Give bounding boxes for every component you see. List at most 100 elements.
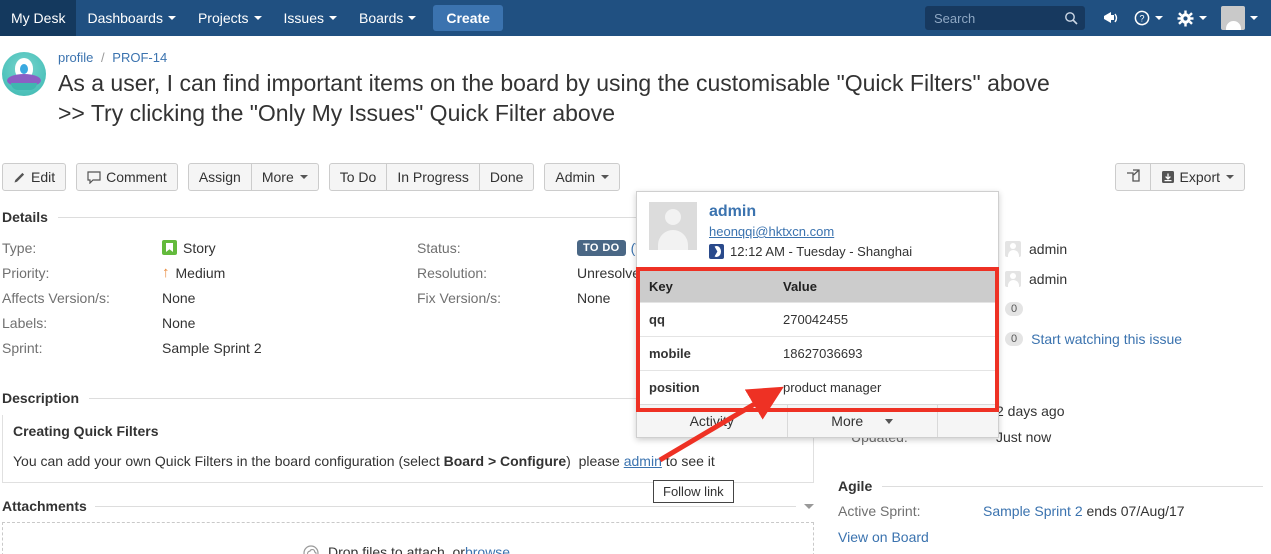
todo-transition-button[interactable]: To Do: [328, 163, 388, 191]
attachment-dropzone[interactable]: Drop files to attach, or browse.: [2, 522, 814, 554]
nav-item-dashboards[interactable]: Dashboards: [76, 0, 187, 36]
user-avatar: [649, 202, 697, 250]
user-popup-email[interactable]: heonqqi@hktxcn.com: [709, 222, 912, 239]
votes-count-badge: 0: [1005, 302, 1024, 316]
admin-dropdown-button[interactable]: Admin: [544, 163, 621, 191]
help-icon[interactable]: ?: [1127, 0, 1170, 36]
browse-link[interactable]: browse: [465, 544, 510, 554]
upload-cloud-icon: [302, 544, 320, 554]
svg-text:?: ?: [1139, 14, 1144, 24]
nav-item-label: Issues: [283, 10, 324, 26]
more-dropdown-button[interactable]: More: [251, 163, 319, 191]
tab-activity[interactable]: Activity: [637, 405, 788, 437]
breadcrumb-separator: /: [101, 50, 105, 65]
chevron-down-icon: [253, 16, 262, 20]
nav-item-my-desk[interactable]: My Desk: [0, 0, 77, 36]
watchers-count-badge: 0: [1005, 332, 1024, 346]
detail-label: Resolution:: [417, 264, 488, 281]
nav-item-boards[interactable]: Boards: [348, 0, 427, 36]
sprint-link[interactable]: Sample Sprint 2: [983, 503, 1083, 519]
edit-button[interactable]: Edit: [2, 163, 67, 191]
agile-section: Agile Active Sprint: Sample Sprint 2 end…: [838, 478, 1263, 546]
description-text-bold: Board > Configure: [443, 453, 567, 469]
tab-extra[interactable]: [938, 405, 998, 437]
view-on-board-row: View on Board: [838, 520, 1263, 546]
view-on-board-link[interactable]: View on Board: [838, 529, 929, 545]
chevron-down-icon: [885, 418, 894, 424]
share-button[interactable]: [1114, 163, 1151, 191]
edit-button-label: Edit: [31, 169, 56, 185]
table-cell-value: product manager: [771, 370, 998, 404]
download-icon: [1161, 170, 1175, 184]
description-text: You can add your own Quick Filters in th…: [13, 451, 803, 471]
megaphone-icon[interactable]: [1095, 0, 1127, 36]
detail-row-type: Type: Story: [2, 235, 417, 260]
issue-header: profile / PROF-14 As a user, I can find …: [0, 36, 1271, 128]
table-cell-value: 18627036693: [771, 336, 998, 371]
user-popup-name[interactable]: admin: [709, 202, 912, 222]
table-cell-value: 270042455: [771, 302, 998, 337]
detail-row-priority: Priority: ↑ Medium: [2, 260, 417, 285]
assignee-name: admin: [1029, 241, 1068, 257]
chevron-down-icon[interactable]: [804, 503, 814, 509]
detail-value-text: None: [162, 314, 196, 331]
table-header-row: Key Value: [637, 271, 998, 303]
breadcrumb-issue-link[interactable]: PROF-14: [112, 50, 167, 65]
table-header-value: Value: [771, 271, 998, 303]
chevron-down-icon: [1226, 175, 1234, 179]
user-popup-header: admin heonqqi@hktxcn.com 12:12 AM - Tues…: [637, 192, 998, 271]
detail-label: Status:: [417, 239, 461, 256]
table-cell-key: mobile: [637, 336, 771, 371]
nav-item-issues[interactable]: Issues: [273, 0, 348, 36]
follow-link-button[interactable]: Follow link: [653, 480, 734, 503]
attachments-section: Attachments Drop files to attach, or bro…: [2, 498, 814, 554]
profile-menu[interactable]: [1214, 0, 1265, 36]
table-row: mobile 18627036693: [637, 336, 998, 371]
watchers-row: 0 Start watching this issue: [1005, 324, 1271, 354]
edit-button-group: Edit: [2, 163, 67, 191]
status-badge[interactable]: TO DO: [577, 239, 626, 256]
description-admin-link[interactable]: admin: [624, 453, 662, 469]
dropzone-text-end: .: [510, 544, 514, 554]
assign-button[interactable]: Assign: [187, 163, 252, 191]
assignee-row: admin: [1005, 234, 1271, 264]
export-button-label: Export: [1179, 169, 1220, 185]
created-value: 2 days ago: [996, 403, 1065, 419]
done-transition-button[interactable]: Done: [479, 163, 535, 191]
export-dropdown-button[interactable]: Export: [1150, 163, 1245, 191]
start-watching-link[interactable]: Start watching this issue: [1031, 331, 1182, 347]
search-box[interactable]: [925, 6, 1085, 30]
assign-button-label: Assign: [198, 169, 241, 185]
user-avatar-icon: [1221, 6, 1245, 30]
description-text-part2: ): [566, 453, 571, 469]
search-input[interactable]: [926, 7, 1084, 29]
chevron-down-icon: [299, 175, 308, 179]
detail-value-text: Sample Sprint 2: [162, 339, 262, 356]
dropzone-text: Drop files to attach, or: [328, 544, 465, 554]
issue-toolbar: Edit Comment Assign More To Do In Progre…: [2, 163, 630, 191]
comment-button[interactable]: Comment: [76, 163, 178, 191]
chevron-down-icon: [1155, 16, 1163, 20]
nav-item-label: Projects: [197, 10, 249, 26]
in-progress-transition-button[interactable]: In Progress: [387, 163, 480, 191]
active-sprint-value: Sample Sprint 2 ends 07/Aug/17: [983, 503, 1185, 519]
chevron-down-icon: [329, 16, 337, 20]
nav-item-projects[interactable]: Projects: [187, 0, 273, 36]
table-row: position product manager: [637, 370, 998, 404]
chevron-down-icon: [167, 16, 176, 20]
detail-label: Priority:: [2, 264, 50, 281]
attachments-heading-label: Attachments: [2, 498, 87, 514]
comment-button-label: Comment: [106, 169, 167, 185]
reporter-name: admin: [1029, 271, 1068, 287]
priority-medium-icon: ↑: [162, 264, 170, 281]
agile-heading: Agile: [838, 478, 1263, 494]
settings-gear-icon[interactable]: [1170, 0, 1214, 36]
tab-more[interactable]: More: [787, 405, 938, 437]
table-row: qq 270042455: [637, 302, 998, 337]
assign-more-group: Assign More: [187, 163, 319, 191]
breadcrumb-project-link[interactable]: profile: [58, 50, 93, 65]
create-button[interactable]: Create: [433, 5, 503, 31]
admin-button-label: Admin: [555, 169, 596, 185]
details-heading-label: Details: [2, 209, 48, 225]
description-text-part3: please: [578, 453, 624, 469]
